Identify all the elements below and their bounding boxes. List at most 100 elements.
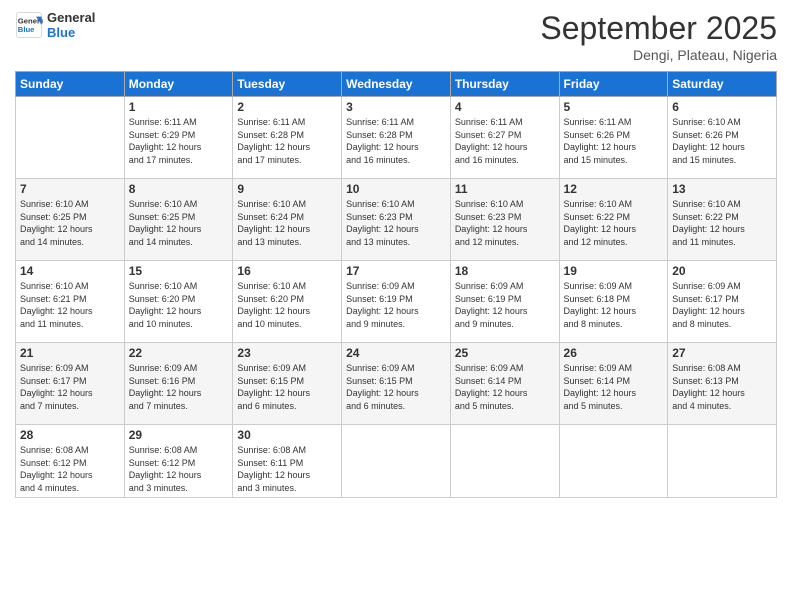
day-number: 7 (20, 182, 120, 196)
col-monday: Monday (124, 72, 233, 97)
calendar-table: Sunday Monday Tuesday Wednesday Thursday… (15, 71, 777, 498)
table-row: 16 Sunrise: 6:10 AM Sunset: 6:20 PM Dayli… (233, 261, 342, 343)
table-row: 19 Sunrise: 6:09 AM Sunset: 6:18 PM Dayli… (559, 261, 668, 343)
day-number: 26 (564, 346, 664, 360)
day-number: 17 (346, 264, 446, 278)
table-row (450, 425, 559, 498)
table-row: 12 Sunrise: 6:10 AM Sunset: 6:22 PM Dayli… (559, 179, 668, 261)
day-number: 6 (672, 100, 772, 114)
day-info: Sunrise: 6:10 AM Sunset: 6:24 PM Dayligh… (237, 198, 337, 248)
table-row: 15 Sunrise: 6:10 AM Sunset: 6:20 PM Dayli… (124, 261, 233, 343)
day-number: 19 (564, 264, 664, 278)
table-row: 13 Sunrise: 6:10 AM Sunset: 6:22 PM Dayli… (668, 179, 777, 261)
day-info: Sunrise: 6:08 AM Sunset: 6:11 PM Dayligh… (237, 444, 337, 494)
title-block: September 2025 Dengi, Plateau, Nigeria (540, 10, 777, 63)
table-row: 11Sunrise: 6:10 AM Sunset: 6:23 PM Dayli… (450, 179, 559, 261)
day-info: Sunrise: 6:11 AM Sunset: 6:27 PM Dayligh… (455, 116, 555, 166)
day-info: Sunrise: 6:10 AM Sunset: 6:21 PM Dayligh… (20, 280, 120, 330)
table-row: 30Sunrise: 6:08 AM Sunset: 6:11 PM Dayli… (233, 425, 342, 498)
table-row: 17 Sunrise: 6:09 AM Sunset: 6:19 PM Dayli… (342, 261, 451, 343)
day-info: Sunrise: 6:08 AM Sunset: 6:12 PM Dayligh… (129, 444, 229, 494)
day-number: 14 (20, 264, 120, 278)
table-row: 22Sunrise: 6:09 AM Sunset: 6:16 PM Dayli… (124, 343, 233, 425)
day-info: Sunrise: 6:10 AM Sunset: 6:20 PM Dayligh… (237, 280, 337, 330)
col-thursday: Thursday (450, 72, 559, 97)
table-row: 29 Sunrise: 6:08 AM Sunset: 6:12 PM Dayli… (124, 425, 233, 498)
table-row: 23Sunrise: 6:09 AM Sunset: 6:15 PM Dayli… (233, 343, 342, 425)
day-info: Sunrise: 6:09 AM Sunset: 6:16 PM Dayligh… (129, 362, 229, 412)
day-info: Sunrise: 6:08 AM Sunset: 6:12 PM Dayligh… (20, 444, 120, 494)
day-number: 21 (20, 346, 120, 360)
table-row: 28 Sunrise: 6:08 AM Sunset: 6:12 PM Dayli… (16, 425, 125, 498)
col-saturday: Saturday (668, 72, 777, 97)
day-number: 18 (455, 264, 555, 278)
day-info: Sunrise: 6:10 AM Sunset: 6:23 PM Dayligh… (455, 198, 555, 248)
day-info: Sunrise: 6:09 AM Sunset: 6:17 PM Dayligh… (20, 362, 120, 412)
logo-line1: General (47, 10, 95, 25)
svg-text:Blue: Blue (18, 25, 35, 34)
day-number: 16 (237, 264, 337, 278)
day-info: Sunrise: 6:09 AM Sunset: 6:15 PM Dayligh… (346, 362, 446, 412)
table-row (16, 97, 125, 179)
day-number: 24 (346, 346, 446, 360)
month-title: September 2025 (540, 10, 777, 47)
table-row: 2 Sunrise: 6:11 AM Sunset: 6:28 PM Daylig… (233, 97, 342, 179)
day-number: 27 (672, 346, 772, 360)
day-number: 29 (129, 428, 229, 442)
header-row: Sunday Monday Tuesday Wednesday Thursday… (16, 72, 777, 97)
day-number: 25 (455, 346, 555, 360)
table-row: 27 Sunrise: 6:08 AM Sunset: 6:13 PM Dayli… (668, 343, 777, 425)
day-number: 2 (237, 100, 337, 114)
table-row: 3 Sunrise: 6:11 AM Sunset: 6:28 PM Daylig… (342, 97, 451, 179)
day-info: Sunrise: 6:09 AM Sunset: 6:17 PM Dayligh… (672, 280, 772, 330)
day-number: 20 (672, 264, 772, 278)
day-number: 9 (237, 182, 337, 196)
table-row (342, 425, 451, 498)
header: General Blue General Blue September 2025… (15, 10, 777, 63)
col-friday: Friday (559, 72, 668, 97)
day-info: Sunrise: 6:10 AM Sunset: 6:26 PM Dayligh… (672, 116, 772, 166)
col-sunday: Sunday (16, 72, 125, 97)
day-info: Sunrise: 6:08 AM Sunset: 6:13 PM Dayligh… (672, 362, 772, 412)
table-row: 14 Sunrise: 6:10 AM Sunset: 6:21 PM Dayli… (16, 261, 125, 343)
day-info: Sunrise: 6:11 AM Sunset: 6:29 PM Dayligh… (129, 116, 229, 166)
table-row (668, 425, 777, 498)
page: General Blue General Blue September 2025… (0, 0, 792, 612)
subtitle: Dengi, Plateau, Nigeria (540, 47, 777, 63)
day-number: 28 (20, 428, 120, 442)
table-row: 6 Sunrise: 6:10 AM Sunset: 6:26 PM Daylig… (668, 97, 777, 179)
day-info: Sunrise: 6:10 AM Sunset: 6:20 PM Dayligh… (129, 280, 229, 330)
day-number: 15 (129, 264, 229, 278)
day-info: Sunrise: 6:11 AM Sunset: 6:28 PM Dayligh… (237, 116, 337, 166)
logo-line2: Blue (47, 25, 95, 40)
logo-icon: General Blue (15, 11, 43, 39)
day-number: 10 (346, 182, 446, 196)
day-number: 3 (346, 100, 446, 114)
day-info: Sunrise: 6:10 AM Sunset: 6:22 PM Dayligh… (672, 198, 772, 248)
day-number: 5 (564, 100, 664, 114)
table-row: 25 Sunrise: 6:09 AM Sunset: 6:14 PM Dayli… (450, 343, 559, 425)
day-number: 8 (129, 182, 229, 196)
day-number: 4 (455, 100, 555, 114)
day-info: Sunrise: 6:10 AM Sunset: 6:22 PM Dayligh… (564, 198, 664, 248)
day-info: Sunrise: 6:09 AM Sunset: 6:14 PM Dayligh… (455, 362, 555, 412)
table-row: 1 Sunrise: 6:11 AM Sunset: 6:29 PM Daylig… (124, 97, 233, 179)
col-tuesday: Tuesday (233, 72, 342, 97)
day-number: 1 (129, 100, 229, 114)
day-number: 12 (564, 182, 664, 196)
table-row: 26Sunrise: 6:09 AM Sunset: 6:14 PM Dayli… (559, 343, 668, 425)
table-row: 24 Sunrise: 6:09 AM Sunset: 6:15 PM Dayli… (342, 343, 451, 425)
day-info: Sunrise: 6:11 AM Sunset: 6:26 PM Dayligh… (564, 116, 664, 166)
day-info: Sunrise: 6:09 AM Sunset: 6:18 PM Dayligh… (564, 280, 664, 330)
day-info: Sunrise: 6:09 AM Sunset: 6:19 PM Dayligh… (346, 280, 446, 330)
col-wednesday: Wednesday (342, 72, 451, 97)
day-number: 23 (237, 346, 337, 360)
table-row: 9 Sunrise: 6:10 AM Sunset: 6:24 PM Daylig… (233, 179, 342, 261)
day-info: Sunrise: 6:10 AM Sunset: 6:25 PM Dayligh… (129, 198, 229, 248)
day-info: Sunrise: 6:10 AM Sunset: 6:23 PM Dayligh… (346, 198, 446, 248)
table-row: 8 Sunrise: 6:10 AM Sunset: 6:25 PM Daylig… (124, 179, 233, 261)
day-number: 13 (672, 182, 772, 196)
logo: General Blue General Blue (15, 10, 95, 40)
day-info: Sunrise: 6:11 AM Sunset: 6:28 PM Dayligh… (346, 116, 446, 166)
table-row: 10 Sunrise: 6:10 AM Sunset: 6:23 PM Dayli… (342, 179, 451, 261)
